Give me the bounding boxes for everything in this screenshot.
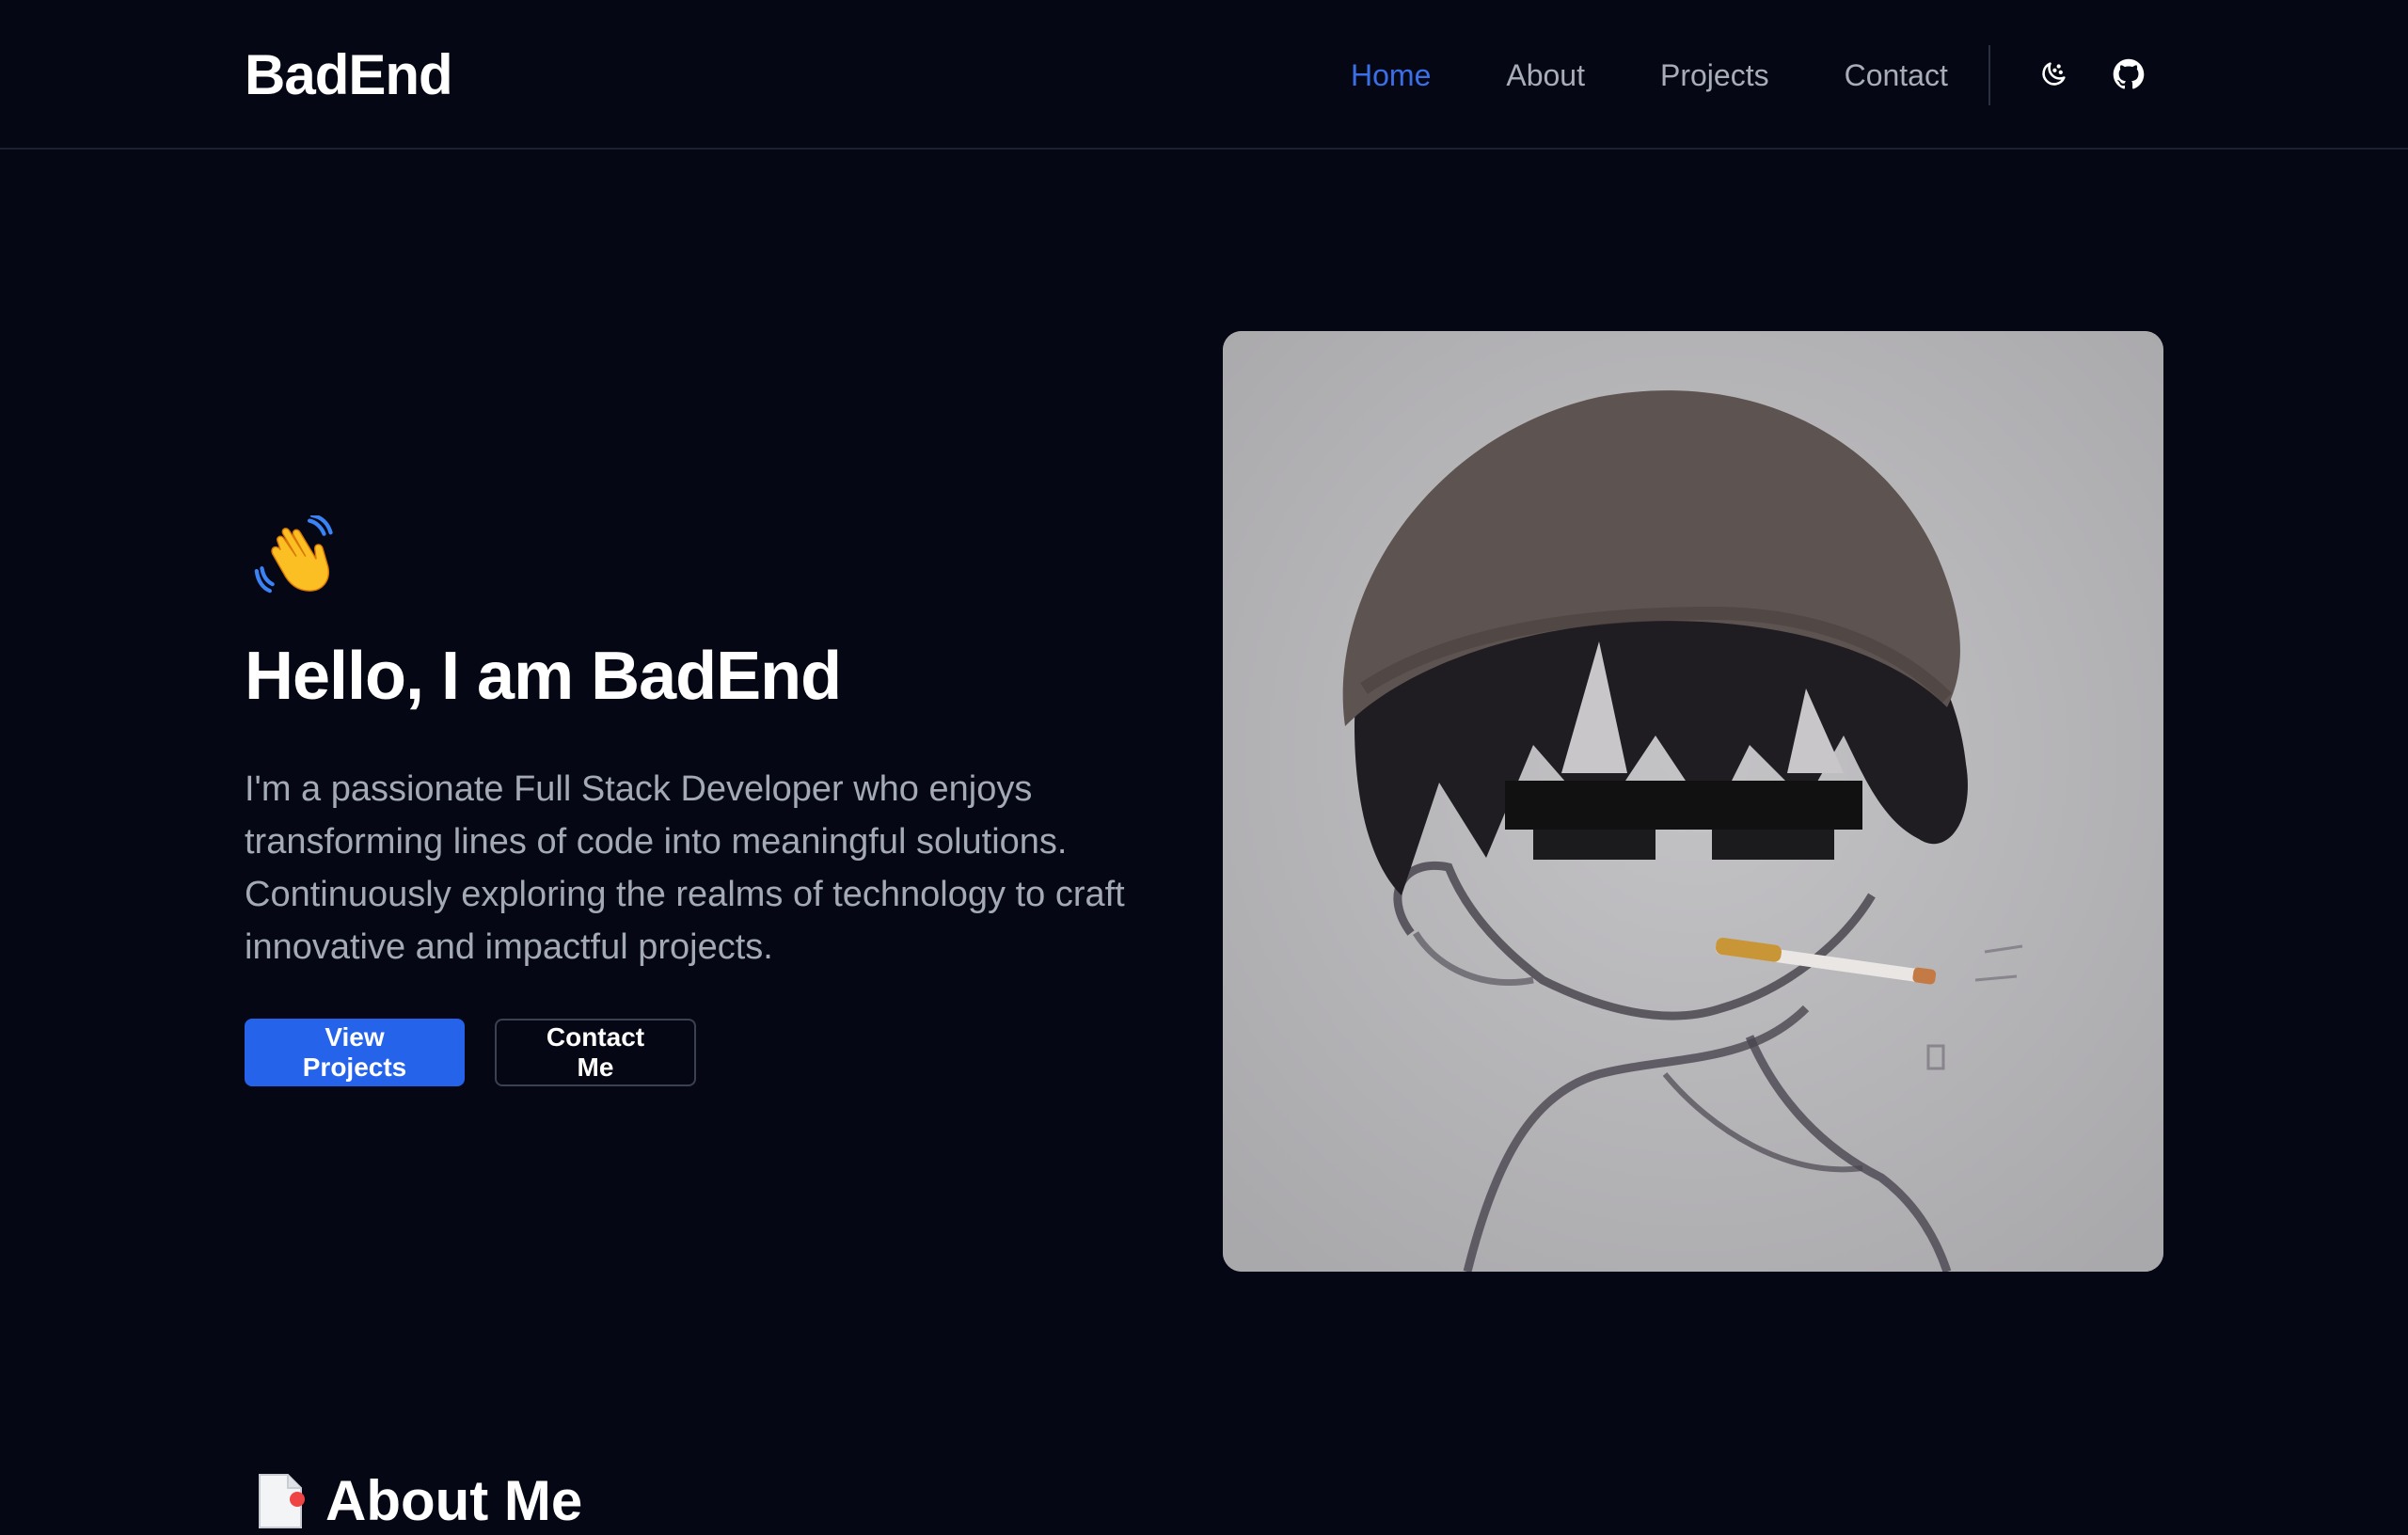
- github-button[interactable]: [2109, 55, 2148, 94]
- nav-link-about[interactable]: About: [1506, 53, 1585, 98]
- document-icon: [259, 1474, 305, 1528]
- nav-link-projects[interactable]: Projects: [1660, 53, 1769, 98]
- hero-actions: View Projects Contact Me: [245, 1019, 1185, 1086]
- theme-toggle-button[interactable]: [2034, 55, 2073, 94]
- profile-avatar-image: [1223, 331, 2163, 1272]
- avatar-illustration: [1223, 331, 2163, 1272]
- waving-hand-icon: [254, 513, 333, 593]
- hero-title: Hello, I am BadEnd: [245, 639, 842, 714]
- hero-intro: Hello, I am BadEnd I'm a passionate Full…: [245, 513, 1185, 1086]
- nav-divider: [1988, 45, 1990, 105]
- theme-toggle-icon: [2042, 62, 2066, 86]
- contact-me-button[interactable]: Contact Me: [495, 1019, 696, 1086]
- view-projects-button[interactable]: View Projects: [245, 1019, 465, 1086]
- site-logo[interactable]: BadEnd: [245, 41, 453, 109]
- nav-link-home[interactable]: Home: [1351, 53, 1431, 98]
- site-header: BadEnd Home About Projects Contact: [0, 0, 2408, 150]
- github-icon: [2113, 58, 2145, 89]
- about-section-heading: About Me: [254, 1467, 582, 1535]
- hero-description: I'm a passionate Full Stack Developer wh…: [245, 769, 1125, 967]
- about-title: About Me: [325, 1469, 583, 1532]
- main-nav: Home About Projects Contact: [1351, 53, 1948, 98]
- nav-link-contact[interactable]: Contact: [1845, 53, 1948, 98]
